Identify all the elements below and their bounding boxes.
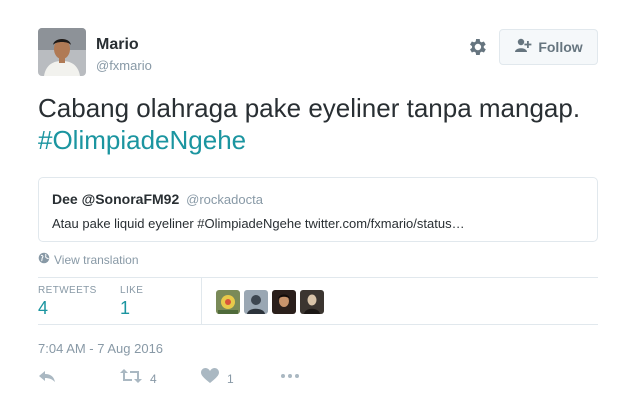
quoted-author-name: Dee @SonoraFM92 <box>52 191 180 207</box>
tweet-stats: RETWEETS 4 LIKE 1 <box>38 277 598 325</box>
liker-avatar[interactable] <box>244 290 268 314</box>
likes-count: 1 <box>120 298 131 318</box>
tweet-text: Cabang olahraga pake eyeliner tanpa mang… <box>38 92 608 156</box>
tweet-actions: 4 1 <box>38 368 338 392</box>
view-translation-label: View translation <box>54 252 139 267</box>
retweets-count: 4 <box>38 298 49 318</box>
like-action-count: 1 <box>227 371 234 386</box>
reply-icon <box>38 368 56 389</box>
tweet-hashtag-link[interactable]: #OlimpiadeNgehe <box>38 124 608 156</box>
liker-avatar[interactable] <box>300 290 324 314</box>
stats-divider <box>201 278 202 324</box>
author-avatar[interactable] <box>38 28 86 76</box>
quoted-tweet[interactable]: Dee @SonoraFM92 @rockadocta Atau pake li… <box>38 177 598 242</box>
retweets-label: RETWEETS <box>38 285 97 296</box>
author-name[interactable]: Mario <box>96 36 139 54</box>
retweet-action-count: 4 <box>150 371 157 386</box>
liker-avatar[interactable] <box>272 290 296 314</box>
likes-stat[interactable]: LIKE 1 <box>120 285 143 319</box>
follow-button[interactable]: Follow <box>499 29 598 65</box>
retweet-icon <box>120 368 142 389</box>
quoted-tweet-header: Dee @SonoraFM92 @rockadocta <box>52 191 584 207</box>
more-button[interactable] <box>280 368 300 389</box>
retweet-button[interactable]: 4 <box>120 368 157 389</box>
likes-label: LIKE <box>120 285 144 296</box>
quoted-tweet-text: Atau pake liquid eyeliner #OlimpiadeNgeh… <box>52 216 465 231</box>
like-button[interactable]: 1 <box>201 368 234 389</box>
reply-button[interactable] <box>38 368 56 389</box>
heart-icon <box>201 368 219 389</box>
follow-user-icon <box>514 37 532 58</box>
tweet-timestamp[interactable]: 7:04 AM - 7 Aug 2016 <box>38 341 163 356</box>
follow-label: Follow <box>538 39 583 55</box>
more-icon <box>280 368 300 389</box>
retweets-stat[interactable]: RETWEETS 4 <box>38 285 97 319</box>
view-translation-link[interactable]: View translation <box>38 252 139 267</box>
quoted-author-handle: @rockadocta <box>186 192 263 207</box>
tweet-text-line: Cabang olahraga pake eyeliner tanpa mang… <box>38 93 581 123</box>
liker-avatar[interactable] <box>216 290 240 314</box>
liker-avatars <box>216 290 324 314</box>
author-handle[interactable]: @fxmario <box>96 58 152 73</box>
gear-icon[interactable] <box>466 36 488 58</box>
globe-icon <box>38 252 50 267</box>
